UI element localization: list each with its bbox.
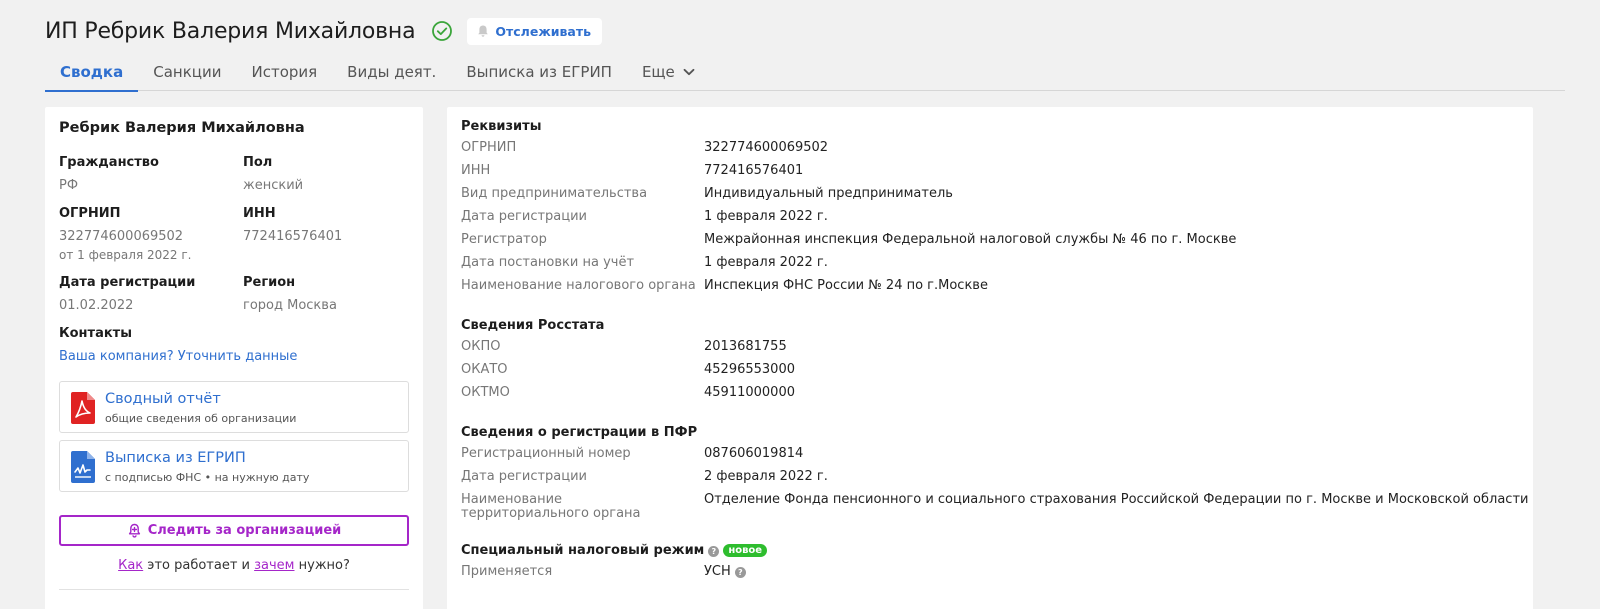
gender-label: Пол — [243, 155, 273, 170]
pdf-icon — [71, 392, 95, 424]
person-name: Ребрик Валерия Михайловна — [59, 120, 305, 136]
bell-icon — [478, 25, 489, 37]
detail-key: Наименование территориального органа — [461, 492, 641, 521]
how-it-works-line: Как это работает и зачем нужно? — [45, 558, 423, 573]
how-link[interactable]: Как — [118, 558, 143, 573]
detail-value: Индивидуальный предприниматель — [704, 186, 953, 201]
summary-report-card[interactable]: Сводный отчёт общие сведения об организа… — [59, 381, 409, 433]
inn-label: ИНН — [243, 206, 276, 221]
help-icon[interactable]: ? — [708, 546, 720, 557]
tab-sanctions[interactable]: Санкции — [138, 52, 236, 91]
page-title: ИП Ребрик Валерия Михайловна — [45, 18, 416, 44]
egrip-extract-title: Выписка из ЕГРИП — [105, 450, 246, 466]
detail-value: 45911000000 — [704, 385, 795, 400]
pfr-title: Сведения о регистрации в ПФР — [461, 425, 698, 440]
help-icon[interactable]: ? — [734, 567, 746, 578]
detail-key: ИНН — [461, 163, 491, 178]
tab-activities[interactable]: Виды деят. — [332, 52, 451, 91]
detail-value: Межрайонная инспекция Федеральной налого… — [704, 232, 1237, 247]
summary-report-title: Сводный отчёт — [105, 391, 221, 407]
detail-value: Инспекция ФНС России № 24 по г.Москве — [704, 278, 988, 293]
summary-report-subtitle: общие сведения об организации — [105, 412, 297, 425]
tax-regime-value: УСН? — [704, 564, 746, 579]
tab-label: Виды деят. — [347, 62, 437, 81]
summary-card: Ребрик Валерия Михайловна Гражданство По… — [45, 107, 423, 609]
detail-value: Отделение Фонда пенсионного и социальног… — [704, 492, 1529, 507]
tabs: Сводка Санкции История Виды деят. Выписк… — [45, 52, 1565, 92]
detail-key: Наименование налогового органа — [461, 278, 696, 293]
tab-label: Санкции — [153, 62, 222, 81]
signed-document-icon — [71, 451, 95, 483]
detail-key: ОКАТО — [461, 362, 508, 377]
detail-key: Дата регистрации — [461, 469, 588, 484]
detail-value: 45296553000 — [704, 362, 795, 377]
egrip-extract-card[interactable]: Выписка из ЕГРИП с подписью ФНС • на нуж… — [59, 440, 409, 492]
tax-regime-title: Специальный налоговый режим? новое — [461, 543, 768, 558]
detail-key: Регистратор — [461, 232, 547, 247]
detail-key: ОКПО — [461, 339, 501, 354]
requisites-title: Реквизиты — [461, 119, 542, 134]
ogrnip-label: ОГРНИП — [59, 206, 121, 221]
divider — [59, 589, 409, 590]
contacts-label: Контакты — [59, 326, 132, 341]
egrip-extract-subtitle: с подписью ФНС • на нужную дату — [105, 471, 310, 484]
detail-value: 1 февраля 2022 г. — [704, 255, 828, 270]
detail-value: 322774600069502 — [704, 140, 829, 155]
detail-value: 2013681755 — [704, 339, 787, 354]
citizenship-label: Гражданство — [59, 155, 159, 170]
tab-summary[interactable]: Сводка — [45, 52, 139, 92]
ogrnip-value: 322774600069502 — [59, 229, 184, 244]
how-text-middle: это работает и — [143, 558, 255, 573]
detail-key: Применяется — [461, 564, 553, 579]
region-label: Регион — [243, 275, 296, 290]
rosstat-title: Сведения Росстата — [461, 318, 605, 333]
tab-label: Сводка — [60, 62, 124, 81]
detail-key: Вид предпринимательства — [461, 186, 648, 201]
regdate-label: Дата регистрации — [59, 275, 196, 290]
tax-regime-label: Специальный налоговый режим — [461, 543, 705, 558]
region-value: город Москва — [243, 298, 337, 313]
watch-organization-label: Следить за организацией — [147, 523, 342, 538]
tab-more[interactable]: Еще — [627, 52, 710, 91]
clarify-data-link[interactable]: Ваша компания? Уточнить данные — [59, 349, 297, 364]
detail-key: Дата регистрации — [461, 209, 588, 224]
tax-regime-value-text: УСН — [704, 564, 731, 579]
title-row: ИП Ребрик Валерия Михайловна Отслеживать — [45, 14, 603, 48]
tab-label: История — [251, 62, 318, 81]
detail-value: 772416576401 — [704, 163, 804, 178]
ogrnip-date: от 1 февраля 2022 г. — [59, 248, 192, 262]
tab-egrip-extract[interactable]: Выписка из ЕГРИП — [451, 52, 627, 91]
regdate-value: 01.02.2022 — [59, 298, 134, 313]
tab-label: Еще — [641, 62, 675, 81]
detail-key: ОГРНИП — [461, 140, 517, 155]
detail-key: Регистрационный номер — [461, 446, 631, 461]
inn-value: 772416576401 — [243, 229, 343, 244]
details-card: Реквизиты ОГРНИП 322774600069502 ИНН 772… — [447, 107, 1533, 609]
detail-key: Дата постановки на учёт — [461, 255, 635, 270]
gender-value: женский — [243, 178, 304, 193]
bell-plus-icon — [128, 523, 140, 538]
citizenship-value: РФ — [59, 178, 79, 193]
new-badge: новое — [723, 544, 768, 557]
why-link[interactable]: зачем — [254, 558, 294, 573]
watch-organization-button[interactable]: Следить за организацией — [59, 515, 409, 546]
check-circle-icon — [432, 21, 453, 41]
detail-value: 1 февраля 2022 г. — [704, 209, 828, 224]
how-text-suffix: нужно? — [294, 558, 350, 573]
tab-history[interactable]: История — [236, 52, 332, 91]
chevron-down-icon — [683, 68, 695, 75]
detail-key: ОКТМО — [461, 385, 510, 400]
tab-label: Выписка из ЕГРИП — [466, 62, 612, 81]
detail-value: 2 февраля 2022 г. — [704, 469, 828, 484]
follow-button-label: Отслеживать — [495, 23, 592, 39]
detail-value: 087606019814 — [704, 446, 804, 461]
follow-button[interactable]: Отслеживать — [467, 17, 603, 45]
